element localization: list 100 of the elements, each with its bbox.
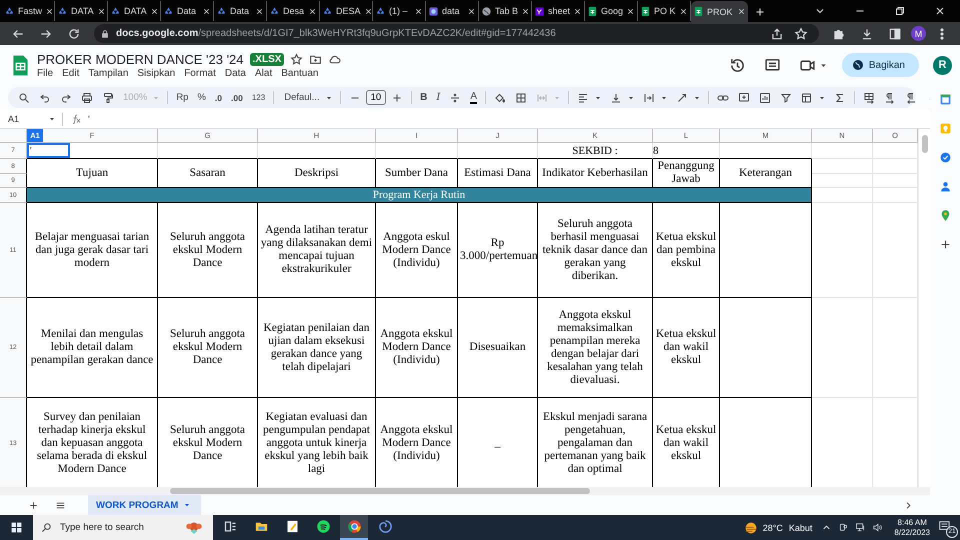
clock-date[interactable]: 8/22/2023: [894, 528, 930, 538]
address-bar[interactable]: docs.google.com/spreadsheets/d/1GI7_blk3WeHYRt3fq9uGrpKTEvDAZC2K/edit#gid=177442436: [94, 24, 819, 43]
tasks-icon[interactable]: [938, 151, 952, 164]
filter-views-icon[interactable]: [801, 92, 814, 104]
close-icon[interactable]: [255, 6, 264, 16]
new-tab-icon[interactable]: [754, 6, 766, 18]
bottom-page-tab[interactable]: WORK PROGRAM: [88, 495, 202, 515]
search-icon[interactable]: [18, 92, 30, 104]
history-icon[interactable]: [728, 56, 746, 74]
table-direction-icon[interactable]: [863, 92, 876, 104]
increase-decimal[interactable]: .00: [231, 92, 243, 102]
merge-cells-icon[interactable]: [536, 92, 548, 104]
fill-color-icon[interactable]: [494, 92, 506, 104]
menu-item[interactable]: Edit: [62, 68, 80, 78]
close-icon[interactable]: [934, 5, 946, 17]
selected-cell[interactable]: ': [27, 143, 70, 158]
close-icon[interactable]: [150, 6, 159, 16]
weather-sun-icon[interactable]: [742, 520, 759, 536]
menu-item[interactable]: Sisipkan: [137, 68, 176, 78]
filter-icon[interactable]: [780, 92, 792, 104]
comments-icon[interactable]: [764, 56, 781, 74]
strikethrough-icon[interactable]: [449, 92, 462, 104]
decrease-decimal[interactable]: .0: [214, 92, 222, 102]
close-icon[interactable]: [521, 6, 530, 16]
side-panel-icon[interactable]: [888, 26, 902, 40]
caret-icon[interactable]: [48, 115, 56, 123]
network-icon[interactable]: [855, 522, 866, 533]
share-button[interactable]: Bagikan: [842, 53, 919, 77]
text-wrap-icon[interactable]: [643, 92, 656, 104]
bold-button[interactable]: B: [420, 92, 428, 103]
paint-format-icon[interactable]: [102, 92, 114, 104]
close-icon[interactable]: [414, 6, 423, 16]
borders-icon[interactable]: [515, 92, 528, 104]
close-icon[interactable]: [308, 6, 317, 16]
browser-tab[interactable]: PROK: [691, 1, 748, 22]
browser-tab[interactable]: Tab B: [479, 1, 532, 21]
name-box[interactable]: A1: [8, 114, 48, 124]
browser-tab[interactable]: DATA: [55, 1, 108, 21]
undo-icon[interactable]: [39, 92, 51, 104]
formula-input[interactable]: ': [88, 114, 90, 124]
download-icon[interactable]: [860, 26, 874, 40]
menu-item[interactable]: Alat: [255, 68, 272, 78]
chart-icon[interactable]: [759, 92, 772, 104]
font-select[interactable]: Defaul...: [284, 92, 320, 103]
close-icon[interactable]: [364, 6, 373, 16]
browser-tab[interactable]: Goog: [585, 1, 638, 21]
browser-tab[interactable]: (1) –: [373, 1, 426, 21]
close-icon[interactable]: [45, 6, 54, 16]
close-icon[interactable]: [202, 6, 211, 16]
currency-format[interactable]: Rp: [176, 92, 188, 103]
text-color-button[interactable]: A: [470, 92, 478, 104]
map-pin-icon[interactable]: [938, 209, 952, 222]
browser-tab[interactable]: DATA: [108, 1, 161, 21]
close-icon[interactable]: [573, 6, 582, 16]
left-to-right-icon[interactable]: [884, 92, 896, 104]
close-icon[interactable]: [737, 7, 746, 16]
menu-item[interactable]: File: [37, 68, 54, 78]
calendar-icon[interactable]: [938, 93, 952, 106]
star-icon[interactable]: [290, 52, 304, 66]
text-rotation-icon[interactable]: [676, 92, 688, 104]
align-left-icon[interactable]: [577, 92, 590, 104]
add-icon[interactable]: [938, 238, 952, 251]
number-format[interactable]: 123: [252, 93, 266, 102]
share-icon[interactable]: [770, 26, 784, 40]
redo-icon[interactable]: [60, 92, 72, 104]
close-icon[interactable]: [467, 6, 476, 16]
add-sheet-icon[interactable]: [28, 500, 39, 510]
font-size-field[interactable]: 10: [366, 90, 386, 105]
browser-tab[interactable]: Desa: [267, 1, 320, 21]
sheets-logo-icon[interactable]: [12, 54, 29, 76]
clock-time[interactable]: 8:46 AM: [898, 518, 927, 528]
browser-tab[interactable]: DESA: [320, 1, 373, 21]
document-title[interactable]: PROKER MODERN DANCE '23 '24: [37, 52, 244, 66]
menu-item[interactable]: Bantuan: [281, 68, 318, 78]
taskbar-search-field[interactable]: Type here to search: [33, 515, 213, 540]
browser-tab[interactable]: sheet: [532, 1, 585, 21]
vertical-align-icon[interactable]: [610, 92, 622, 104]
restore-icon[interactable]: [894, 5, 906, 17]
print-icon[interactable]: [81, 92, 93, 104]
caret-icon[interactable]: [183, 501, 192, 509]
reload-icon[interactable]: [67, 26, 81, 40]
account-avatar[interactable]: R: [933, 56, 952, 74]
volume-icon[interactable]: [872, 522, 884, 533]
percent-format[interactable]: %: [197, 92, 206, 103]
right-to-left-icon[interactable]: [905, 92, 918, 104]
menu-item[interactable]: Data: [224, 68, 246, 78]
close-icon[interactable]: [679, 6, 688, 16]
meet-icon[interactable]: [838, 522, 850, 533]
browser-tab[interactable]: Data: [161, 1, 214, 21]
menu-item[interactable]: Tampilan: [88, 68, 128, 78]
italic-button[interactable]: I: [436, 92, 440, 103]
person-icon[interactable]: [938, 180, 952, 193]
browser-tab[interactable]: data: [426, 1, 479, 21]
horizontal-scrollbar[interactable]: [170, 488, 590, 494]
browser-tab[interactable]: Data: [214, 1, 267, 21]
browser-tab[interactable]: Fastw: [2, 1, 55, 21]
chrome-icon[interactable]: [340, 515, 368, 540]
close-icon[interactable]: [626, 6, 636, 16]
close-icon[interactable]: [96, 6, 106, 16]
vertical-scrollbar[interactable]: [922, 135, 928, 153]
